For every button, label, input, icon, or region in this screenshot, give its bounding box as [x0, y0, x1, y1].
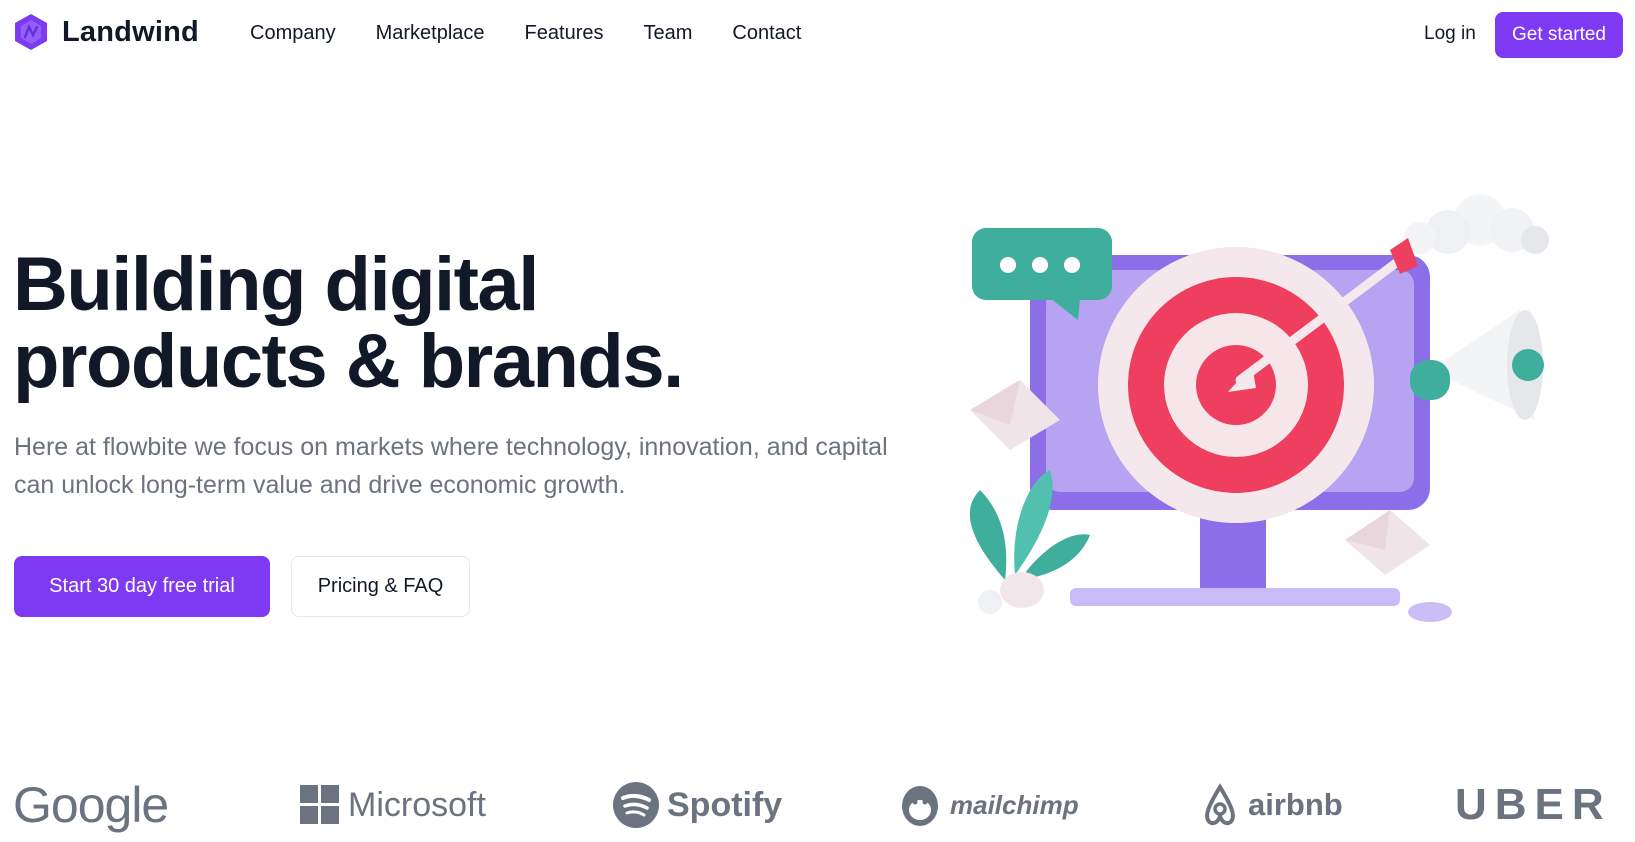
uber-logo-text: UBER [1455, 780, 1612, 829]
google-logo-text: Google [13, 777, 169, 833]
spotify-icon [613, 782, 659, 828]
start-trial-button[interactable]: Start 30 day free trial [14, 556, 270, 617]
spotify-logo-text: Spotify [667, 785, 783, 824]
airbnb-logo-text: airbnb [1248, 787, 1343, 822]
nav-link-features[interactable]: Features [525, 22, 604, 45]
landwind-logo-icon [15, 14, 47, 50]
mailchimp-monkey-icon [902, 786, 938, 826]
airbnb-icon [1205, 783, 1235, 826]
envelope-icon-small [1345, 510, 1430, 575]
cloud-illustration [1404, 194, 1549, 254]
customer-logos: Google Microsoft Spotify mailchimp airbn… [0, 775, 1635, 842]
megaphone-icon [1410, 310, 1544, 420]
microsoft-windows-icon [300, 785, 339, 824]
nav-link-marketplace[interactable]: Marketplace [376, 22, 485, 45]
nav-links: Company Marketplace Features Team Contac… [250, 22, 841, 45]
hero-title: Building digital products & brands. [13, 242, 684, 404]
mailchimp-logo: mailchimp [898, 775, 1079, 835]
microsoft-logo-text: Microsoft [348, 785, 486, 824]
top-navbar: Landwind Company Marketplace Features Te… [0, 0, 1635, 68]
get-started-button[interactable]: Get started [1495, 12, 1623, 58]
uber-logo: UBER [1455, 775, 1612, 835]
google-logo: Google [13, 775, 169, 835]
login-link[interactable]: Log in [1424, 23, 1476, 45]
hero-subtitle: Here at flowbite we focus on markets whe… [14, 433, 888, 499]
nav-link-company[interactable]: Company [250, 22, 336, 45]
spotify-logo: Spotify [613, 775, 782, 835]
hero-illustration [969, 194, 1549, 622]
pricing-faq-button[interactable]: Pricing & FAQ [291, 556, 470, 617]
airbnb-logo: airbnb [1200, 775, 1343, 835]
brand-link[interactable]: Landwind [12, 12, 199, 52]
mailchimp-logo-text: mailchimp [950, 789, 1079, 820]
nav-link-team[interactable]: Team [643, 22, 692, 45]
hero-title-line2: products & brands. [13, 319, 684, 404]
microsoft-logo: Microsoft [300, 775, 486, 835]
nav-link-contact[interactable]: Contact [732, 22, 801, 45]
brand-name: Landwind [62, 15, 199, 48]
hero-title-line1: Building digital [13, 242, 539, 327]
